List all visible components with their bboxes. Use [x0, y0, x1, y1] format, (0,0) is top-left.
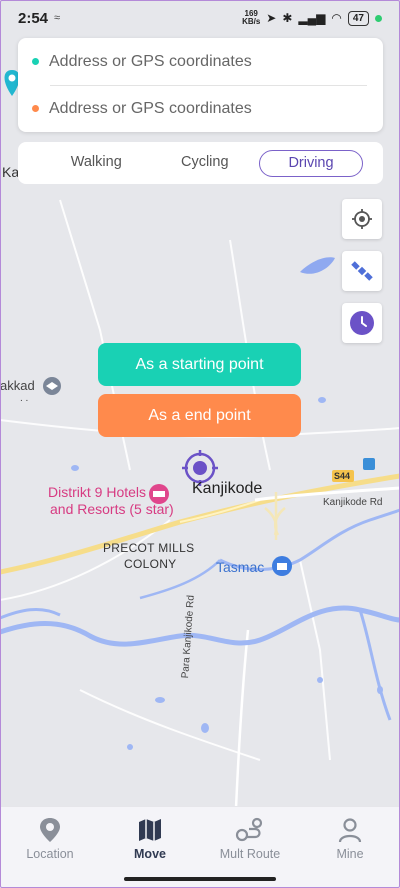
- cast-icon: ≈: [54, 12, 61, 24]
- nav-location[interactable]: Location: [0, 807, 100, 870]
- status-dot: [375, 14, 382, 22]
- network-speed: 169 KB/s: [242, 10, 260, 26]
- start-address-field[interactable]: Address or GPS coordinates: [18, 38, 383, 85]
- address-card: Address or GPS coordinates Address or GP…: [18, 38, 383, 132]
- bottom-navigation: Location Move Mult Route Mine: [0, 806, 400, 870]
- gesture-bar[interactable]: [124, 877, 276, 881]
- nav-mine-label: Mine: [336, 847, 364, 861]
- map-label-colony-2: COLONY: [124, 557, 177, 571]
- network-speed-unit: KB/s: [242, 17, 261, 26]
- tab-walking[interactable]: Walking: [42, 150, 151, 177]
- set-end-point-button[interactable]: As a end point: [98, 394, 301, 437]
- nav-mult-route-label: Mult Route: [219, 847, 281, 861]
- wifi-icon: ◠: [331, 11, 342, 25]
- clock-icon: [350, 311, 374, 335]
- status-bar: 2:54 ≈ 169 KB/s ➤ ✱ ▂▄▆ ◠ 47: [0, 0, 400, 36]
- start-address-placeholder: Address or GPS coordinates: [49, 52, 252, 70]
- navigation-arrow-icon: ➤: [266, 11, 277, 25]
- address-divider: [50, 85, 367, 86]
- nav-location-label: Location: [26, 847, 74, 861]
- map-label-colony-1: PRECOT MILLS: [103, 541, 195, 555]
- map-label-hotel-1: Distrikt 9 Hotels: [48, 484, 147, 500]
- set-start-point-button[interactable]: As a starting point: [98, 343, 301, 386]
- history-button[interactable]: [342, 303, 382, 343]
- my-location-button[interactable]: [342, 199, 382, 239]
- map-label-tasmac: Tasmac: [216, 559, 265, 575]
- map-label-kanjikode: Kanjikode: [192, 480, 263, 497]
- gesture-area: [0, 870, 400, 888]
- tab-cycling[interactable]: Cycling: [151, 150, 260, 177]
- signal-icon: ▂▄▆: [298, 11, 326, 25]
- map-fold-icon: [139, 819, 161, 841]
- map-label-s44: S44: [334, 471, 351, 481]
- end-address-field[interactable]: Address or GPS coordinates: [18, 85, 383, 132]
- map-label-hotel-2: and Resorts (5 star): [50, 501, 174, 517]
- tab-driving[interactable]: Driving: [259, 149, 363, 177]
- bluetooth-icon: ✱: [282, 11, 293, 25]
- start-dot-icon: [32, 58, 39, 65]
- user-icon: [338, 818, 362, 843]
- crosshair-icon: [352, 209, 372, 229]
- nav-mult-route[interactable]: Mult Route: [200, 807, 300, 870]
- status-icons: 169 KB/s ➤ ✱ ▂▄▆ ◠ 47: [242, 10, 382, 26]
- route-icon: [235, 817, 263, 842]
- map-label-edge-left: akkad: [0, 378, 35, 393]
- location-pin-icon: [40, 818, 60, 842]
- satellite-button[interactable]: [342, 251, 382, 291]
- map-label-edge-dots: . .: [20, 393, 29, 404]
- battery-icon: 47: [347, 10, 369, 26]
- map-label-edge-top: Ka: [2, 164, 20, 180]
- satellite-icon: [351, 261, 373, 281]
- travel-mode-tabs: Walking Cycling Driving: [18, 142, 383, 184]
- end-dot-icon: [32, 105, 39, 112]
- nav-move[interactable]: Move: [100, 807, 200, 870]
- status-time: 2:54: [18, 9, 49, 27]
- map-label-kanjikode-rd: Kanjikode Rd: [323, 497, 383, 508]
- end-address-placeholder: Address or GPS coordinates: [49, 99, 252, 117]
- nav-mine[interactable]: Mine: [300, 807, 400, 870]
- nav-move-label: Move: [134, 847, 166, 861]
